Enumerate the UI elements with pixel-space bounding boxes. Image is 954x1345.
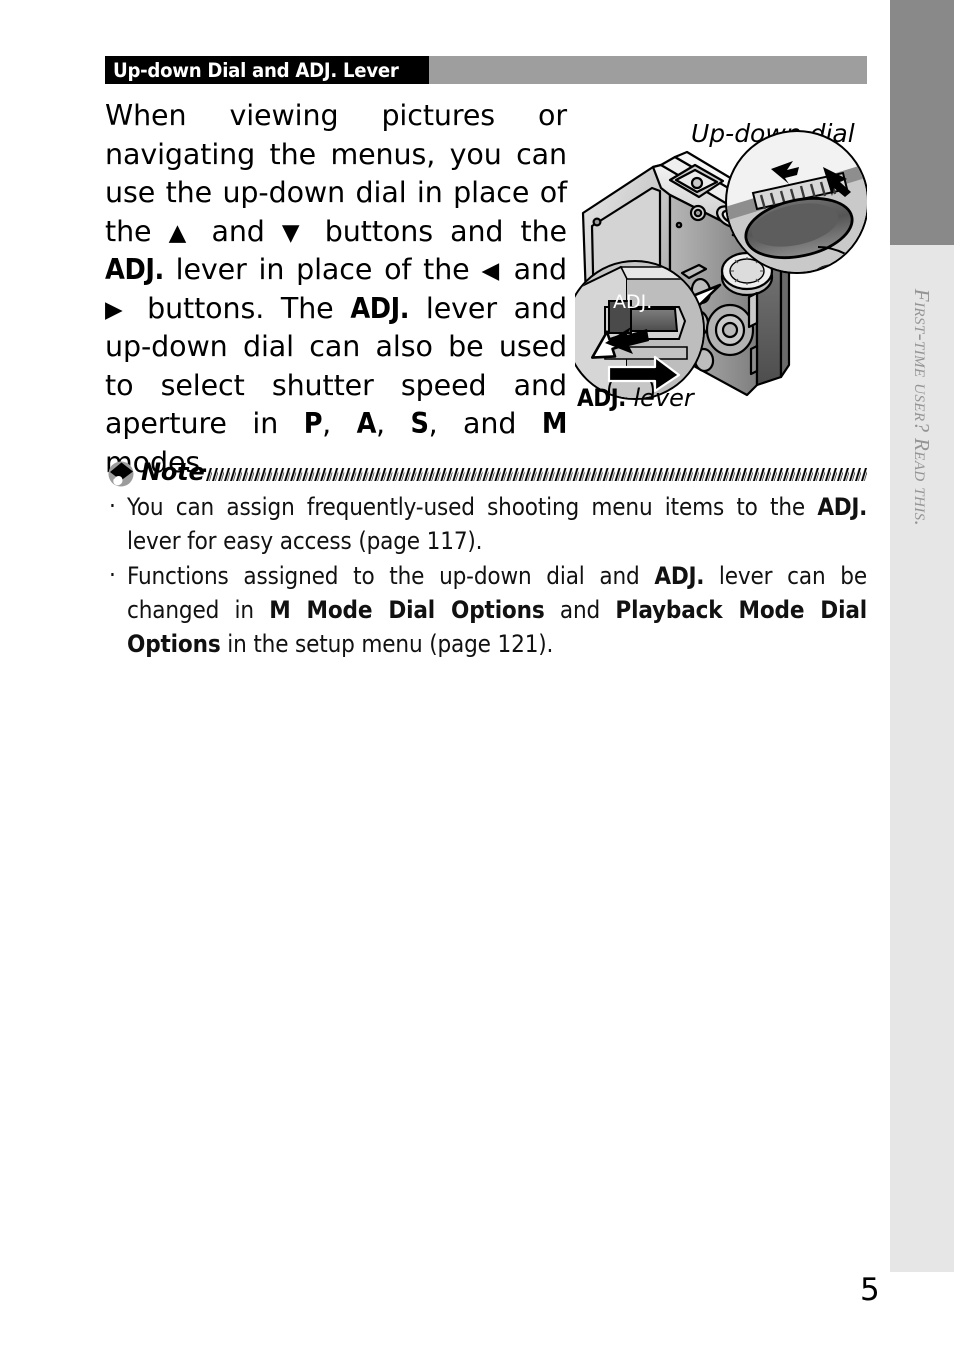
keyword-mode-p: P (303, 407, 323, 440)
note-bullet-1: You can assign frequently-used shooting … (105, 489, 867, 558)
triangle-down-icon: ▼ (281, 219, 308, 246)
zigzag-rule-svg (206, 468, 867, 481)
note-label: Note (141, 458, 205, 486)
caption-adj-bold: ADJ. (577, 384, 626, 412)
note-decorative-rule (206, 468, 867, 481)
keyword-adj-1: ADJ. (105, 253, 164, 286)
intro-text-i: , (376, 407, 411, 440)
intro-text-j: , and (428, 407, 542, 440)
page-content: Up-down Dial and ADJ. Lever When viewing… (105, 0, 880, 1345)
triangle-left-icon: ◀ (481, 258, 502, 284)
note-bullet-list: You can assign frequently-used shooting … (105, 489, 867, 661)
intro-paragraph: When viewing pictures or navigating the … (105, 97, 567, 482)
intro-text-c: buttons and the (307, 214, 567, 248)
page-number: 5 (860, 1272, 880, 1308)
note-diamond-icon (108, 461, 134, 487)
note2-text-c: and (544, 596, 616, 624)
triangle-up-icon: ▲ (168, 219, 195, 246)
intro-text-e: and (501, 253, 568, 286)
note2-keyword-adj: ADJ. (654, 562, 705, 590)
keyword-mode-m: M (541, 407, 568, 440)
triangle-right-icon: ▶ (105, 296, 131, 323)
note-header: Note (105, 458, 867, 490)
section-header-title-box: Up-down Dial and ADJ. Lever (105, 56, 430, 84)
caption-adj-lever: ADJ. lever (577, 384, 694, 412)
intro-text-f: buttons. The (130, 291, 351, 325)
keyword-mode-a: A (356, 407, 377, 440)
note-bullet-2: Functions assigned to the up-down dial a… (105, 558, 867, 661)
intro-text-h: , (322, 407, 357, 440)
callout-adj-text: ADJ. (613, 291, 652, 313)
intro-text-b: and (194, 214, 282, 248)
intro-text-d: lever in place of the (163, 253, 482, 286)
keyword-mode-s: S (410, 407, 429, 440)
caption-adj-italic: lever (633, 384, 694, 412)
note1-text-a: You can assign frequently-used shooting … (127, 493, 818, 521)
note-block: Note You can assign frequently-used shoo… (105, 458, 867, 662)
section-header-bar: Up-down Dial and ADJ. Lever (105, 56, 867, 84)
page-title: Up-down Dial and ADJ. Lever (113, 58, 399, 82)
note2-text-d: in the setup menu (page 121). (220, 630, 554, 658)
note1-text-b: lever for easy access (page 117). (127, 527, 483, 555)
note2-keyword-m-mode-dial-options: M Mode Dial Options (269, 596, 545, 624)
note1-keyword-adj: ADJ. (817, 493, 867, 521)
camera-illustration: Up-down dial ADJ. ADJ. lever (575, 95, 867, 435)
side-tab-dark-block (890, 0, 954, 245)
side-tab-light-block (890, 245, 954, 1272)
keyword-adj-2: ADJ. (350, 291, 410, 325)
note2-text-a: Functions assigned to the up-down dial a… (127, 562, 655, 590)
